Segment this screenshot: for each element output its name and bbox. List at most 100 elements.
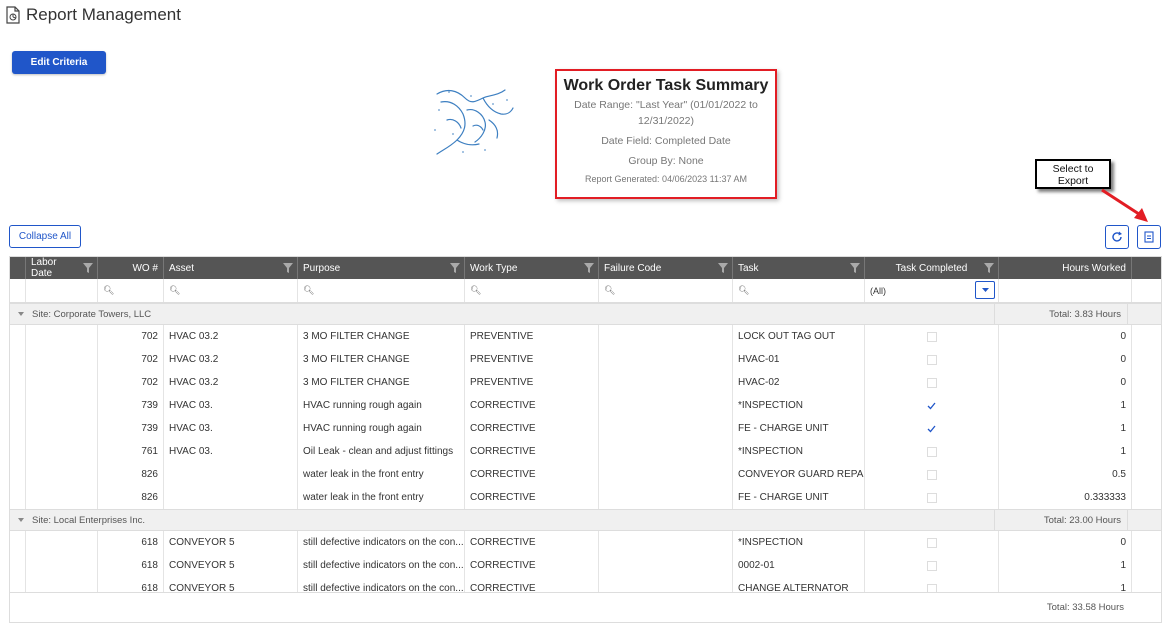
column-header-labor-date[interactable]: Labor Date — [26, 257, 98, 279]
cell-hours-worked: 0 — [999, 348, 1132, 371]
filter-wo[interactable]: 🔍︎ — [98, 279, 164, 302]
column-label: Asset — [169, 262, 195, 274]
cell-failure-code — [599, 440, 733, 463]
cell-work-type: CORRECTIVE — [465, 554, 599, 577]
checkbox[interactable] — [926, 354, 937, 365]
cell-work-type: CORRECTIVE — [465, 486, 599, 509]
cell-asset: HVAC 03. — [164, 394, 298, 417]
row-spacer — [10, 554, 26, 577]
column-header-wo[interactable]: WO # — [98, 257, 164, 279]
row-tail — [1132, 554, 1161, 577]
cell-wo: 702 — [98, 371, 164, 394]
cell-purpose: water leak in the front entry — [298, 486, 465, 509]
cell-task-completed[interactable] — [865, 325, 999, 348]
cell-labor-date — [26, 440, 98, 463]
cell-task-completed[interactable] — [865, 348, 999, 371]
collapse-caret-icon[interactable] — [18, 518, 24, 522]
checkbox[interactable] — [926, 492, 937, 503]
cell-asset — [164, 486, 298, 509]
filter-icon[interactable] — [83, 263, 93, 273]
cell-task-completed[interactable] — [865, 554, 999, 577]
cell-task-completed[interactable] — [865, 371, 999, 394]
cell-failure-code — [599, 325, 733, 348]
column-header-hours-worked[interactable]: Hours Worked — [999, 257, 1132, 279]
table-row[interactable]: 739 HVAC 03. HVAC running rough again CORRE… — [10, 417, 1161, 440]
grid-body: Site: Corporate Towers, LLC Total: 3.83 H… — [10, 303, 1161, 600]
filter-purpose[interactable]: 🔍︎ — [298, 279, 465, 302]
filter-task-completed[interactable]: (All) — [865, 279, 999, 302]
cell-asset: CONVEYOR 5 — [164, 554, 298, 577]
checkbox[interactable] — [926, 446, 937, 457]
filter-labor-date[interactable] — [26, 279, 98, 302]
edit-criteria-button[interactable]: Edit Criteria — [12, 51, 106, 74]
filter-icon[interactable] — [850, 263, 860, 273]
cell-task-completed[interactable] — [865, 463, 999, 486]
cell-purpose: HVAC running rough again — [298, 417, 465, 440]
column-header-purpose[interactable]: Purpose — [298, 257, 465, 279]
column-label: Purpose — [303, 262, 341, 274]
filter-value: (All) — [870, 285, 886, 296]
table-row[interactable]: 618 CONVEYOR 5 still defective indicators … — [10, 531, 1161, 554]
table-row[interactable]: 826 water leak in the front entry CORRECTI… — [10, 486, 1161, 509]
cell-purpose: 3 MO FILTER CHANGE — [298, 325, 465, 348]
checkbox[interactable] — [926, 331, 937, 342]
group-row[interactable]: Site: Corporate Towers, LLC Total: 3.83 H… — [10, 303, 1161, 325]
cell-hours-worked: 0.333333 — [999, 486, 1132, 509]
column-header-failure-code[interactable]: Failure Code — [599, 257, 733, 279]
search-icon: 🔍︎ — [303, 285, 315, 295]
report-generated: Report Generated: 04/06/2023 11:37 AM — [585, 174, 747, 184]
column-header-task-completed[interactable]: Task Completed — [865, 257, 999, 279]
search-icon: 🔍︎ — [604, 285, 616, 295]
checkbox[interactable] — [926, 560, 937, 571]
cell-purpose: water leak in the front entry — [298, 463, 465, 486]
cell-task-completed[interactable] — [865, 394, 999, 417]
cell-labor-date — [26, 325, 98, 348]
group-row[interactable]: Site: Local Enterprises Inc. Total: 23.00… — [10, 509, 1161, 531]
column-header-asset[interactable]: Asset — [164, 257, 298, 279]
filter-dropdown-button[interactable] — [975, 281, 995, 299]
table-row[interactable]: 826 water leak in the front entry CORRECTI… — [10, 463, 1161, 486]
export-callout: Select to Export — [1035, 159, 1111, 189]
cell-task-completed[interactable] — [865, 417, 999, 440]
filter-failure-code[interactable]: 🔍︎ — [599, 279, 733, 302]
cell-task-completed[interactable] — [865, 531, 999, 554]
report-title: Work Order Task Summary — [563, 77, 769, 94]
filter-work-type[interactable]: 🔍︎ — [465, 279, 599, 302]
collapse-caret-icon[interactable] — [18, 312, 24, 316]
row-spacer — [10, 417, 26, 440]
filter-task[interactable]: 🔍︎ — [733, 279, 865, 302]
column-header-work-type[interactable]: Work Type — [465, 257, 599, 279]
refresh-button[interactable] — [1105, 225, 1129, 249]
row-tail — [1132, 325, 1161, 348]
filter-icon[interactable] — [984, 263, 994, 273]
table-row[interactable]: 761 HVAC 03. Oil Leak - clean and adjust f… — [10, 440, 1161, 463]
table-row[interactable]: 702 HVAC 03.2 3 MO FILTER CHANGE PREVENTIVE… — [10, 325, 1161, 348]
cell-task: 0002-01 — [733, 554, 865, 577]
filter-row: 🔍︎ 🔍︎ 🔍︎ 🔍︎ 🔍︎ 🔍︎ (All) — [10, 279, 1161, 303]
checkbox[interactable] — [926, 537, 937, 548]
filter-icon[interactable] — [283, 263, 293, 273]
cell-task-completed[interactable] — [865, 486, 999, 509]
filter-icon[interactable] — [450, 263, 460, 273]
cell-task-completed[interactable] — [865, 440, 999, 463]
column-header-task[interactable]: Task — [733, 257, 865, 279]
cell-hours-worked: 1 — [999, 394, 1132, 417]
table-row[interactable]: 739 HVAC 03. HVAC running rough again CORRE… — [10, 394, 1161, 417]
row-spacer — [10, 371, 26, 394]
filter-hours-worked[interactable] — [999, 279, 1132, 302]
table-row[interactable]: 702 HVAC 03.2 3 MO FILTER CHANGE PREVENTIVE… — [10, 348, 1161, 371]
cell-asset: HVAC 03. — [164, 417, 298, 440]
export-button[interactable] — [1137, 225, 1161, 249]
cell-purpose: still defective indicators on the con... — [298, 554, 465, 577]
checkbox[interactable] — [926, 377, 937, 388]
checkbox[interactable] — [926, 469, 937, 480]
filter-icon[interactable] — [718, 263, 728, 273]
filter-asset[interactable]: 🔍︎ — [164, 279, 298, 302]
filter-icon[interactable] — [584, 263, 594, 273]
checkmark-icon — [927, 402, 936, 409]
group-label: Site: Corporate Towers, LLC — [32, 308, 152, 320]
table-row[interactable]: 702 HVAC 03.2 3 MO FILTER CHANGE PREVENTIVE… — [10, 371, 1161, 394]
page-header: Report Management — [6, 4, 181, 26]
collapse-all-button[interactable]: Collapse All — [9, 225, 81, 248]
table-row[interactable]: 618 CONVEYOR 5 still defective indicators … — [10, 554, 1161, 577]
